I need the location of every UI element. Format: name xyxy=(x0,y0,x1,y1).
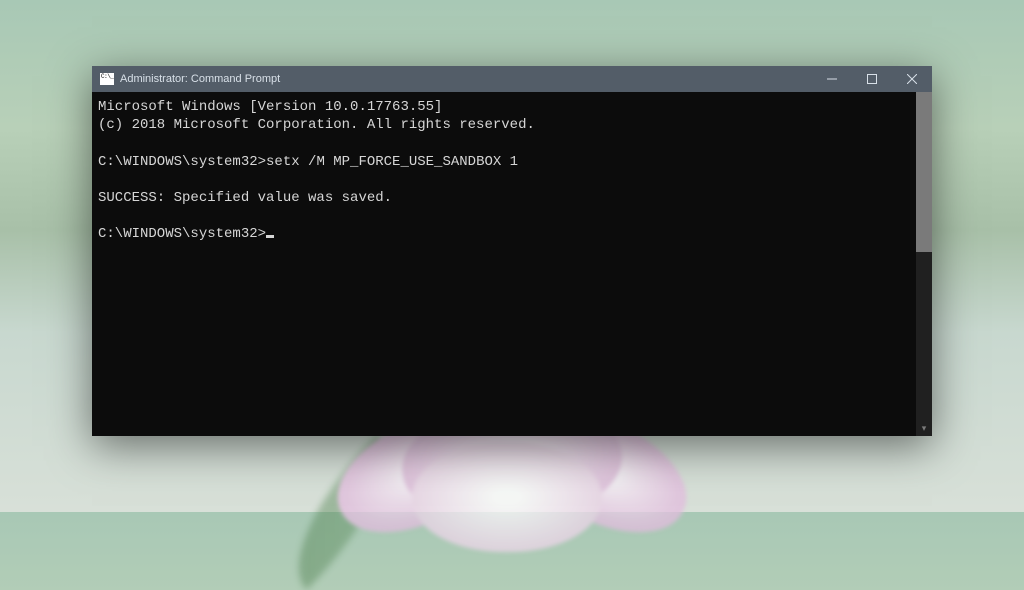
version-line: Microsoft Windows [Version 10.0.17763.55… xyxy=(98,99,442,115)
prompt-path: C:\WINDOWS\system32> xyxy=(98,226,266,242)
maximize-button[interactable] xyxy=(852,66,892,92)
maximize-icon xyxy=(867,74,877,84)
close-button[interactable] xyxy=(892,66,932,92)
scroll-down-icon[interactable]: ▾ xyxy=(916,420,932,436)
scrollbar-thumb[interactable] xyxy=(916,92,932,252)
scrollbar[interactable]: ▾ xyxy=(916,92,932,436)
cursor xyxy=(266,235,274,238)
terminal-output[interactable]: Microsoft Windows [Version 10.0.17763.55… xyxy=(92,92,916,436)
cmd-icon xyxy=(100,73,114,85)
window-title: Administrator: Command Prompt xyxy=(120,73,280,85)
minimize-icon xyxy=(827,74,837,84)
minimize-button[interactable] xyxy=(812,66,852,92)
copyright-line: (c) 2018 Microsoft Corporation. All righ… xyxy=(98,117,535,133)
command-text: setx /M MP_FORCE_USE_SANDBOX 1 xyxy=(266,154,518,170)
command-prompt-window: Administrator: Command Prompt Microsoft … xyxy=(92,66,932,436)
titlebar[interactable]: Administrator: Command Prompt xyxy=(92,66,932,92)
close-icon xyxy=(907,74,917,84)
prompt-path: C:\WINDOWS\system32> xyxy=(98,154,266,170)
result-line: SUCCESS: Specified value was saved. xyxy=(98,190,392,206)
